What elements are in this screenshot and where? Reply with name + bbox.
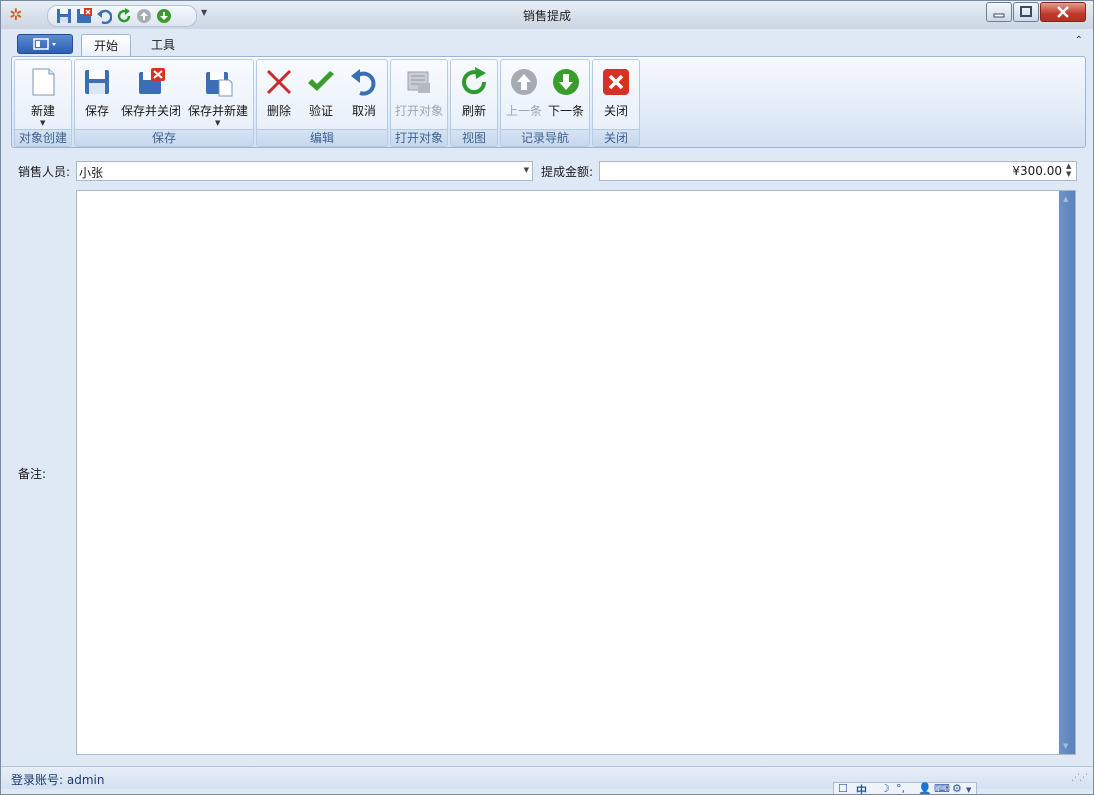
group-view: 刷新 视图	[450, 59, 498, 147]
refresh-button[interactable]: 刷新	[451, 64, 497, 126]
save-and-new-button[interactable]: 保存并新建 ▼	[185, 64, 251, 127]
ime-logo-icon: ☐	[838, 782, 848, 795]
close-icon	[1057, 6, 1069, 18]
group-save: 保存 保存并关闭 保存并新建 ▼ 保存	[74, 59, 254, 147]
ribbon-tab-bar: 开始 工具 ⌃	[11, 31, 1085, 57]
app-menu-icon	[33, 38, 56, 50]
group-label-close: 关闭	[593, 129, 639, 146]
ime-menu-chevron-icon[interactable]: ▼	[966, 786, 971, 794]
save-new-dropdown-chevron-icon: ▼	[215, 119, 221, 127]
amount-value: ¥300.00	[1012, 164, 1062, 178]
group-label-record-navigation: 记录导航	[501, 129, 589, 146]
ime-settings-icon[interactable]: ⚙	[952, 782, 962, 794]
new-dropdown-chevron-icon: ▼	[40, 119, 46, 127]
spin-down-chevron-icon[interactable]: ▼	[1066, 170, 1074, 178]
amount-spinner[interactable]: ▲ ▼	[1066, 162, 1074, 178]
group-record-navigation: 上一条 下一条 记录导航	[500, 59, 590, 147]
previous-record-button[interactable]: 上一条	[503, 64, 545, 126]
group-open-object: 打开对象 打开对象	[390, 59, 448, 147]
group-label-object-creation: 对象创建	[15, 129, 71, 146]
validate-button[interactable]: 验证	[301, 64, 341, 126]
close-window-button[interactable]	[1040, 2, 1086, 22]
ime-chinese-mode[interactable]: 中	[856, 782, 867, 794]
salesperson-value: 小张	[79, 166, 104, 180]
login-account-status: 登录账号: admin	[11, 773, 105, 787]
next-record-button[interactable]: 下一条	[545, 64, 587, 126]
application-menu-button[interactable]	[17, 34, 73, 54]
delete-x-icon	[266, 69, 292, 95]
new-button[interactable]: 新建 ▼	[15, 64, 71, 127]
group-close: 关闭 关闭	[592, 59, 640, 147]
open-object-icon	[407, 71, 430, 93]
arrow-up-circle-icon	[511, 69, 537, 95]
close-red-icon	[603, 69, 629, 95]
undo-icon	[351, 69, 376, 96]
amount-label: 提成金额:	[541, 165, 594, 179]
ime-moon-icon[interactable]: ☽	[880, 782, 890, 794]
ime-punctuation-icon[interactable]: °,	[896, 782, 905, 794]
save-close-icon	[139, 68, 165, 94]
save-icon	[85, 70, 109, 94]
window-title: 销售提成	[522, 9, 571, 23]
tab-tools[interactable]: 工具	[139, 34, 187, 56]
group-label-edit: 编辑	[257, 129, 387, 146]
delete-button[interactable]: 删除	[259, 64, 299, 126]
ime-keyboard-icon[interactable]: ⌨	[934, 782, 950, 794]
group-label-save: 保存	[75, 129, 253, 146]
title-bar: ✲ ▼ 销售提成	[1, 1, 1093, 29]
new-document-icon	[32, 68, 55, 96]
save-and-close-button[interactable]: 保存并关闭	[119, 64, 183, 126]
scroll-down-chevron-icon[interactable]: ▼	[1063, 742, 1068, 750]
group-edit: 删除 验证 取消 编辑	[256, 59, 388, 147]
arrow-down-circle-icon	[553, 69, 579, 95]
save-button[interactable]: 保存	[77, 64, 117, 126]
tab-start[interactable]: 开始	[81, 34, 132, 57]
ime-user-icon[interactable]: 👤	[918, 782, 932, 794]
salesperson-label: 销售人员:	[18, 165, 71, 179]
ribbon: 新建 ▼ 对象创建 保存 保存并关闭 保存并新建 ▼ 保存 删除 验证 取消 编…	[11, 56, 1086, 148]
notes-textarea[interactable]: ▲ ▼	[76, 190, 1076, 755]
close-record-button[interactable]: 关闭	[593, 64, 639, 126]
spin-up-chevron-icon[interactable]: ▲	[1066, 162, 1074, 170]
notes-label: 备注:	[18, 467, 47, 481]
app-window: ✲ ▼ 销售提成 开始 工具 ⌃ 新建 ▼ 对象创建 保存 保存并关闭 保存并新…	[0, 0, 1094, 795]
salesperson-dropdown-chevron-icon[interactable]: ▼	[524, 166, 529, 174]
group-label-open-object: 打开对象	[391, 129, 447, 146]
group-object-creation: 新建 ▼ 对象创建	[14, 59, 72, 147]
open-object-button[interactable]: 打开对象	[391, 64, 447, 126]
ribbon-collapse-icon[interactable]: ⌃	[1075, 35, 1083, 46]
refresh-icon	[462, 67, 487, 95]
cancel-button[interactable]: 取消	[343, 64, 385, 126]
notes-vertical-scrollbar[interactable]: ▲ ▼	[1059, 191, 1075, 754]
minimize-button[interactable]	[986, 2, 1012, 22]
ime-toolbar[interactable]: ☐ 中 ☽ °, 👤 ⌨ ⚙ ▼	[833, 782, 977, 795]
amount-spin-field[interactable]: ¥300.00 ▲ ▼	[599, 161, 1077, 181]
salesperson-combobox[interactable]: 小张 ▼	[76, 161, 533, 181]
resize-grip-icon[interactable]: ⋰⋰	[1071, 773, 1088, 783]
save-new-icon	[206, 72, 233, 97]
group-label-view: 视图	[451, 129, 497, 146]
scroll-up-chevron-icon[interactable]: ▲	[1063, 195, 1068, 203]
checkmark-icon	[308, 71, 334, 91]
minimize-icon	[993, 13, 1005, 18]
maximize-icon	[1020, 6, 1032, 17]
maximize-button[interactable]	[1013, 2, 1039, 22]
